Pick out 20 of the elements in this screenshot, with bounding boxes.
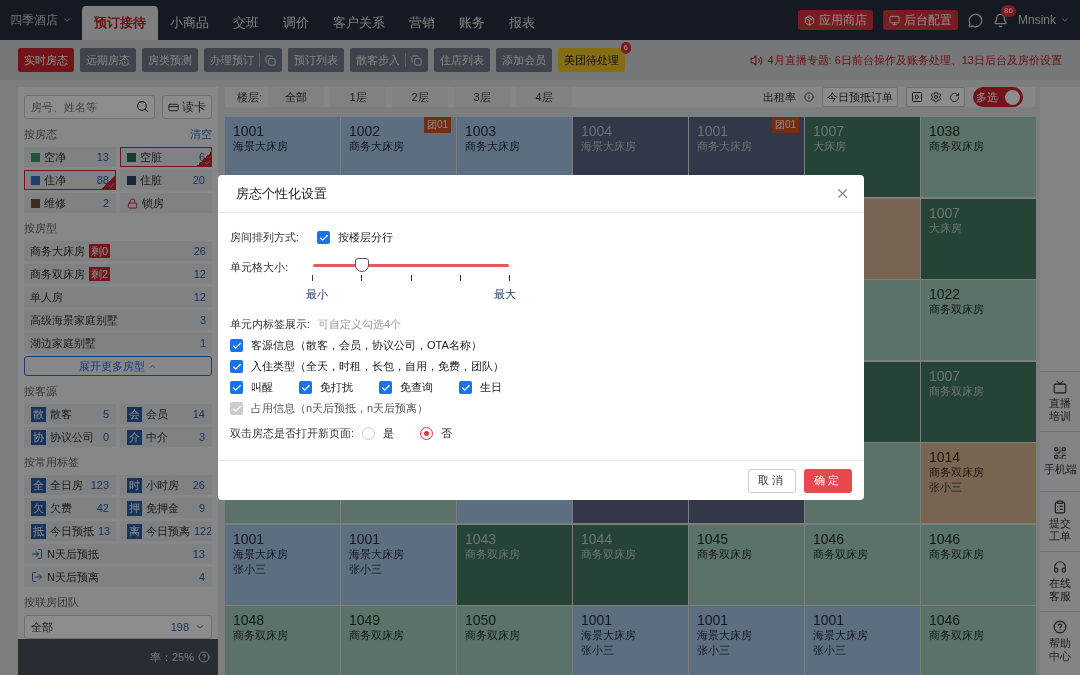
- count-badge: 6: [620, 42, 631, 54]
- max-label: 最大: [494, 287, 517, 302]
- team-tag: 团01: [423, 117, 451, 133]
- team-tag: 团01: [771, 117, 799, 133]
- tag-option: 占用信息（n天后预抵，n天后预离）: [230, 401, 429, 416]
- notification-badge: 86: [1001, 4, 1016, 17]
- field-label: 单元内标签展示:: [230, 317, 311, 332]
- section-title: 按房型: [24, 221, 57, 236]
- min-label: 最小: [306, 287, 329, 302]
- hint-text: 可自定义勾选4个: [318, 317, 402, 332]
- field-label: 双击房态是否打开新页面:: [230, 426, 355, 441]
- section-title: 按客源: [24, 384, 57, 399]
- occupancy-rate: 率：25%: [149, 649, 194, 665]
- section-title: 按常用标签: [24, 455, 79, 470]
- field-label: 单元格大小:: [230, 260, 289, 275]
- field-label: 房间排列方式:: [230, 230, 300, 245]
- section-title: 按房态: [24, 127, 57, 142]
- occupancy-label: 出租率: [763, 89, 796, 105]
- floor-label: 楼层:: [237, 89, 263, 105]
- section-title: 按联房团队: [24, 595, 79, 610]
